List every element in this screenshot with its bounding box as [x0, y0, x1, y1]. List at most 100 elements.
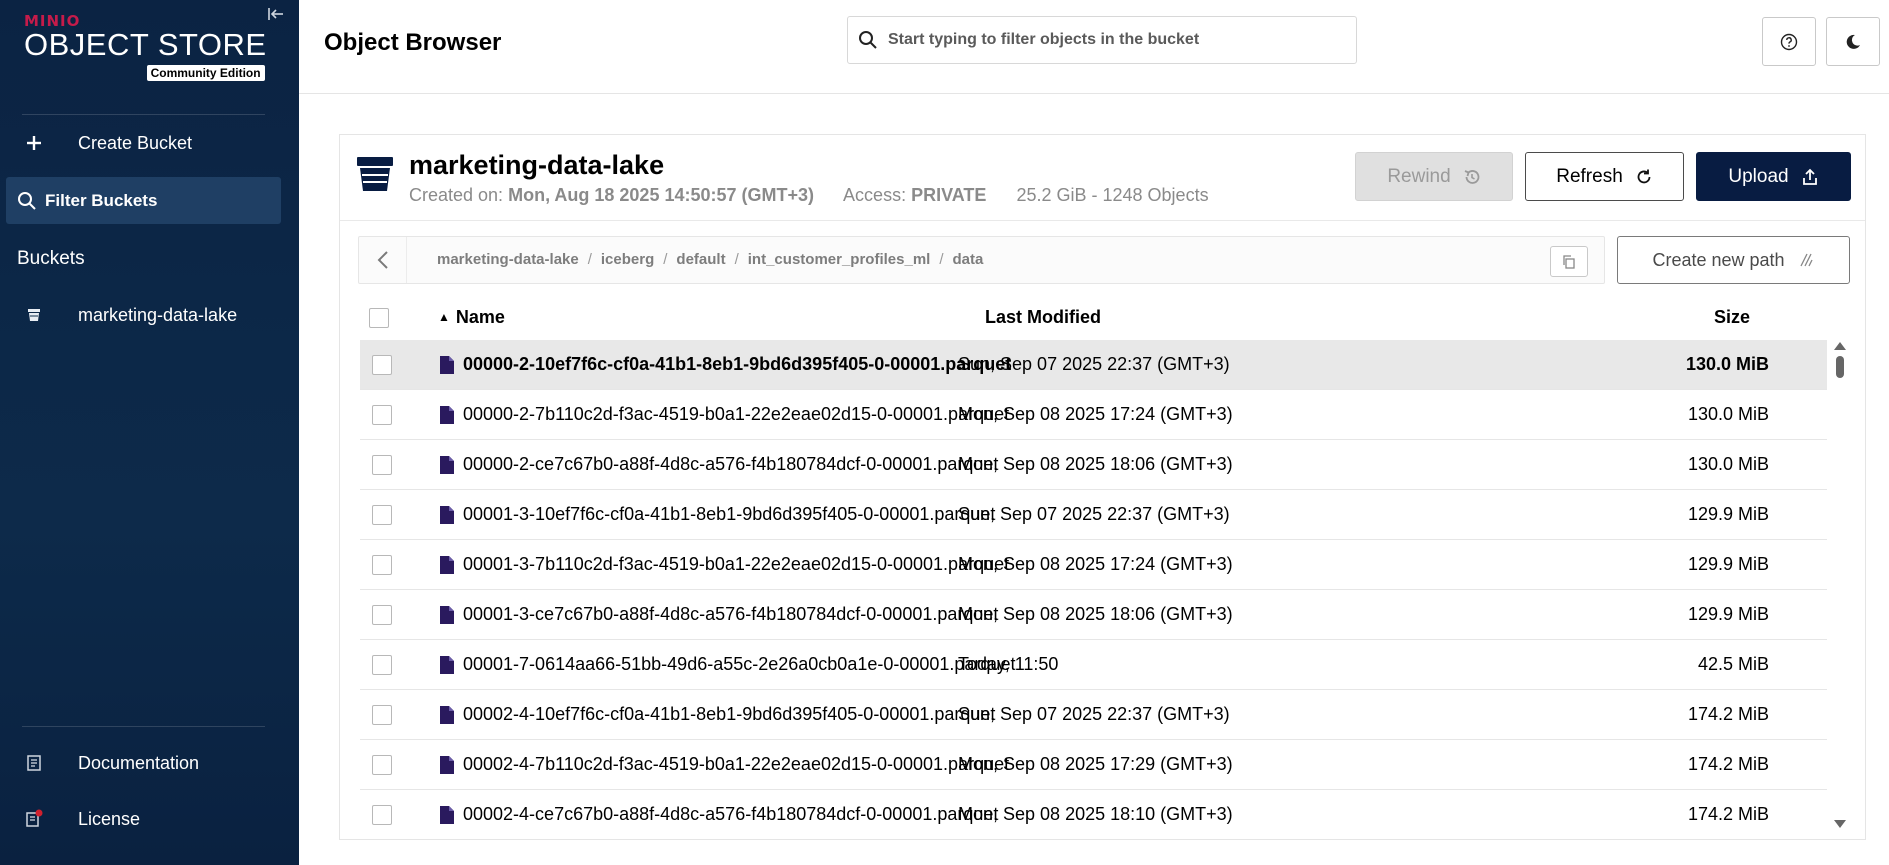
object-size: 174.2 MiB: [1687, 754, 1769, 774]
row-checkbox[interactable]: [372, 605, 392, 625]
breadcrumb-item[interactable]: iceberg: [601, 251, 654, 268]
bucket-icon: [356, 155, 394, 198]
table-row[interactable]: 00001-3-ce7c67b0-a88f-4d8c-a576-f4b18078…: [360, 590, 1827, 640]
plus-icon: [16, 125, 52, 161]
object-modified: Sun, Sep 07 2025 22:37 (GMT+3): [958, 704, 1230, 724]
file-icon: [439, 655, 455, 680]
refresh-button[interactable]: Refresh: [1525, 152, 1684, 201]
license-label: License: [78, 808, 141, 829]
row-checkbox[interactable]: [372, 455, 392, 475]
object-size: 130.0 MiB: [1687, 404, 1769, 424]
file-icon: [439, 505, 455, 530]
column-size-header[interactable]: Size: [1714, 307, 1750, 328]
row-checkbox[interactable]: [372, 655, 392, 675]
row-checkbox[interactable]: [372, 705, 392, 725]
moon-icon: [1844, 33, 1862, 51]
object-modified: Mon, Sep 08 2025 17:29 (GMT+3): [958, 754, 1233, 774]
row-checkbox[interactable]: [372, 405, 392, 425]
collapse-sidebar-icon[interactable]: [267, 6, 287, 24]
row-checkbox[interactable]: [372, 355, 392, 375]
table-row[interactable]: 00000-2-ce7c67b0-a88f-4d8c-a576-f4b18078…: [360, 440, 1827, 490]
rewind-button[interactable]: Rewind: [1355, 152, 1513, 201]
sidebar-divider: [22, 726, 265, 727]
object-search-input[interactable]: [888, 31, 1328, 49]
create-new-path-button[interactable]: Create new path: [1617, 236, 1850, 284]
license-icon: [16, 801, 52, 837]
table-row[interactable]: 00002-4-10ef7f6c-cf0a-41b1-8eb1-9bd6d395…: [360, 690, 1827, 740]
file-icon: [439, 605, 455, 630]
column-name-header[interactable]: ▲ Name: [438, 307, 505, 328]
filter-buckets-input[interactable]: [45, 190, 275, 211]
sidebar: MINIO OBJECT STORE Community Edition Cre…: [0, 0, 299, 865]
documentation-link[interactable]: Documentation: [0, 743, 299, 783]
sidebar-item-marketing-data-lake[interactable]: marketing-data-lake: [0, 295, 299, 335]
breadcrumb-item[interactable]: default: [676, 251, 725, 268]
filter-buckets-box[interactable]: [6, 177, 281, 224]
create-bucket-label: Create Bucket: [78, 132, 193, 153]
object-size: 129.9 MiB: [1687, 504, 1769, 524]
bucket-usage: 25.2 GiB - 1248 Objects: [1016, 185, 1209, 205]
bucket-meta: Created on: Mon, Aug 18 2025 14:50:57 (G…: [409, 185, 1209, 206]
object-modified: Mon, Sep 08 2025 18:06 (GMT+3): [958, 604, 1233, 624]
upload-button[interactable]: Upload: [1696, 152, 1851, 201]
object-size: 129.9 MiB: [1687, 554, 1769, 574]
table-row[interactable]: 00002-4-7b110c2d-f3ac-4519-b0a1-22e2eae0…: [360, 740, 1827, 790]
object-modified: Mon, Sep 08 2025 18:06 (GMT+3): [958, 454, 1233, 474]
object-modified: Sun, Sep 07 2025 22:37 (GMT+3): [958, 504, 1230, 524]
breadcrumb-item[interactable]: data: [953, 251, 984, 268]
logo-title: OBJECT STORE: [24, 27, 267, 62]
license-link[interactable]: License: [0, 799, 299, 839]
object-size: 42.5 MiB: [1697, 654, 1769, 674]
upload-label: Upload: [1728, 165, 1789, 187]
table-row[interactable]: 00002-4-ce7c67b0-a88f-4d8c-a576-f4b18078…: [360, 790, 1827, 830]
row-checkbox[interactable]: [372, 755, 392, 775]
object-search-box[interactable]: [847, 16, 1357, 64]
object-list: 00000-2-10ef7f6c-cf0a-41b1-8eb1-9bd6d395…: [360, 340, 1830, 830]
table-row[interactable]: 00000-2-10ef7f6c-cf0a-41b1-8eb1-9bd6d395…: [360, 340, 1827, 390]
object-modified: Mon, Sep 08 2025 18:10 (GMT+3): [958, 804, 1233, 824]
object-modified: Today, 11:50: [958, 654, 1059, 674]
copy-icon: [1561, 254, 1577, 270]
vertical-scrollbar[interactable]: [1830, 340, 1850, 830]
object-size: 129.9 MiB: [1687, 604, 1769, 624]
create-bucket-button[interactable]: Create Bucket: [0, 123, 299, 163]
object-modified: Mon, Sep 08 2025 17:24 (GMT+3): [958, 404, 1233, 424]
rewind-label: Rewind: [1387, 165, 1451, 187]
table-row[interactable]: 00001-3-7b110c2d-f3ac-4519-b0a1-22e2eae0…: [360, 540, 1827, 590]
new-path-icon: [1797, 252, 1815, 268]
column-modified-header[interactable]: Last Modified: [985, 307, 1101, 328]
scroll-thumb: [1836, 356, 1844, 378]
bucket-panel: marketing-data-lake Created on: Mon, Aug…: [339, 134, 1866, 840]
file-icon: [439, 455, 455, 480]
breadcrumb: marketing-data-lake / iceberg / default / i…: [358, 236, 1605, 284]
sidebar-divider: [22, 114, 265, 115]
row-checkbox[interactable]: [372, 805, 392, 825]
back-button[interactable]: [359, 237, 407, 283]
row-checkbox[interactable]: [372, 505, 392, 525]
table-row[interactable]: 00001-3-10ef7f6c-cf0a-41b1-8eb1-9bd6d395…: [360, 490, 1827, 540]
file-icon: [439, 805, 455, 830]
created-value: Mon, Aug 18 2025 14:50:57 (GMT+3): [508, 185, 815, 205]
help-button[interactable]: [1762, 17, 1816, 66]
access-label: Access:: [843, 185, 907, 205]
file-icon: [439, 405, 455, 430]
search-icon: [17, 191, 37, 211]
file-icon: [439, 705, 455, 730]
object-size: 174.2 MiB: [1687, 704, 1769, 724]
upload-icon: [1801, 168, 1819, 186]
bucket-name: marketing-data-lake: [409, 150, 665, 180]
create-new-path-label: Create new path: [1652, 249, 1785, 270]
theme-toggle-button[interactable]: [1826, 17, 1880, 66]
created-label: Created on:: [409, 185, 504, 205]
table-row[interactable]: 00001-7-0614aa66-51bb-49d6-a55c-2e26a0cb…: [360, 640, 1827, 690]
refresh-label: Refresh: [1556, 165, 1623, 187]
file-icon: [439, 355, 455, 380]
select-all-checkbox[interactable]: [369, 308, 389, 328]
row-checkbox[interactable]: [372, 555, 392, 575]
chevron-left-icon: [376, 250, 390, 270]
breadcrumb-item[interactable]: int_customer_profiles_ml: [748, 251, 931, 268]
history-icon: [1463, 168, 1481, 186]
breadcrumb-item[interactable]: marketing-data-lake: [437, 251, 579, 268]
copy-path-button[interactable]: [1550, 246, 1588, 277]
table-row[interactable]: 00000-2-7b110c2d-f3ac-4519-b0a1-22e2eae0…: [360, 390, 1827, 440]
